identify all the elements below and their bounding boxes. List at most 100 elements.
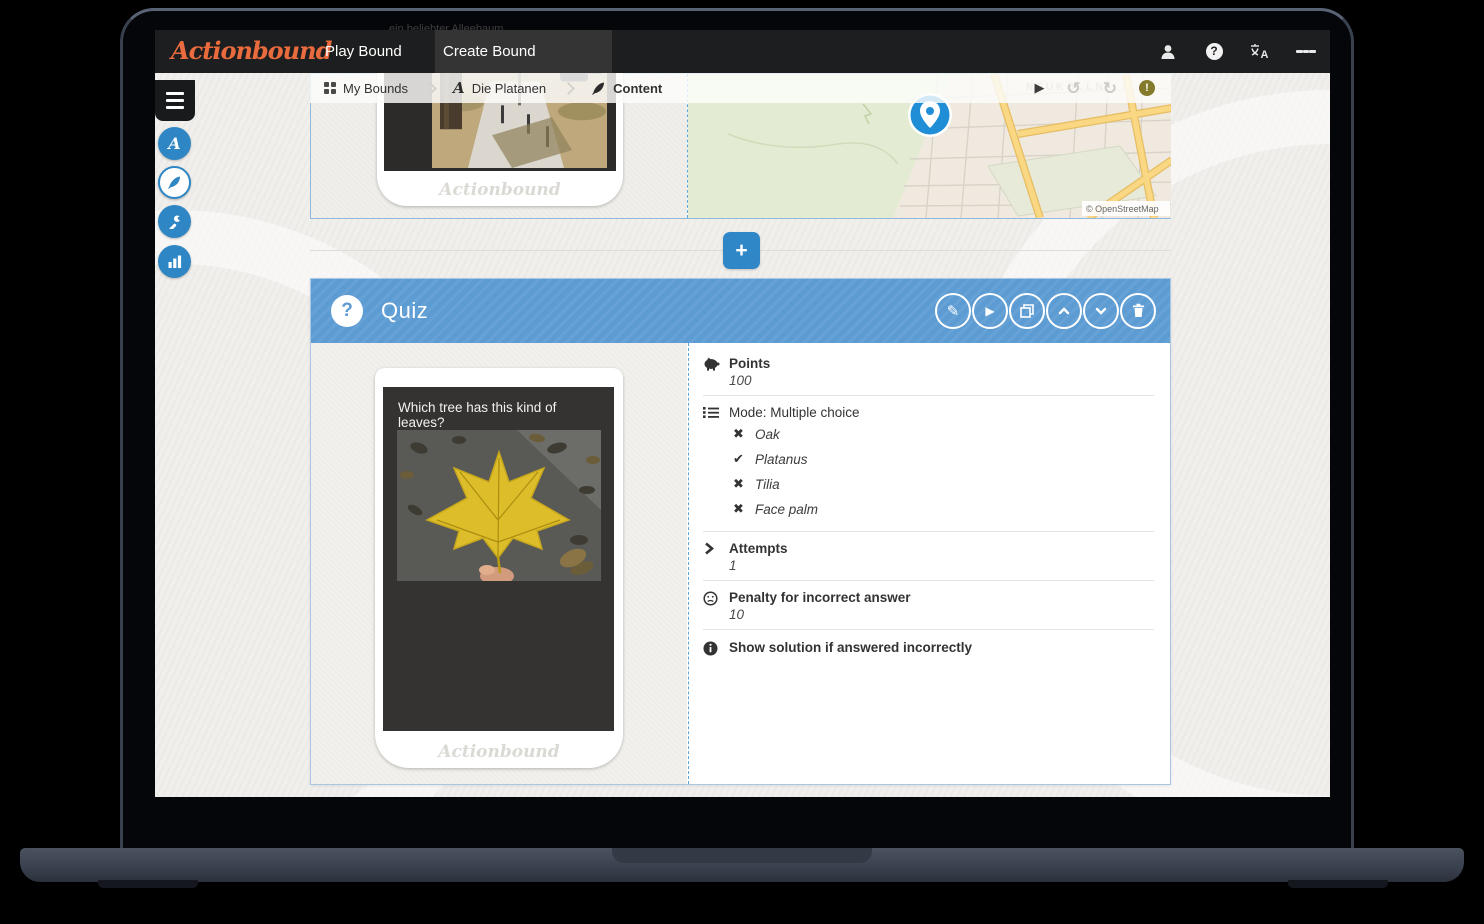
translate-icon[interactable]: A [1250,42,1270,62]
points-value: 100 [729,373,770,388]
sidebar-item-settings[interactable] [158,205,191,238]
quiz-question-text: Which tree has this kind of leaves? [398,400,602,430]
quiz-details-panel: Points 100 [688,343,1170,784]
chevron-right-icon [562,82,575,95]
chevron-down-icon [1094,304,1108,318]
actionbound-watermark: Actionbound [377,180,623,200]
sad-face-icon [703,590,729,622]
chevron-up-icon [1057,304,1071,318]
delete-button[interactable] [1120,293,1156,329]
map-attribution: © OpenStreetMap [1086,204,1159,214]
browser-screen: Actionbound [155,30,1330,797]
move-up-button[interactable] [1046,293,1082,329]
mode-row: Mode: Multiple choice [703,396,1154,424]
warning-icon[interactable]: ! [1139,80,1155,96]
chevron-right-icon [703,541,729,573]
help-icon[interactable]: ? [1204,42,1224,62]
laptop-foot [98,880,198,888]
bound-toolbar: ▶ ↺ ↻ ! [1035,80,1172,97]
preview-button[interactable]: ▶ [972,293,1008,329]
laptop-base [20,848,1464,882]
breadcrumb: My Bounds A Die Platanen Content ▶ [310,73,1171,103]
sidebar-item-statistics[interactable] [158,245,191,278]
answer-option: ✔ Platanus [733,451,1154,467]
solution-label: Show solution if answered incorrectly [729,640,972,655]
attempts-label: Attempts [729,541,788,556]
attempts-value: 1 [729,558,788,573]
nav-play-bound[interactable]: Play Bound [319,30,408,73]
solution-row: Show solution if answered incorrectly [703,630,1154,669]
answer-option: ✖ Tilia [733,476,1154,492]
quiz-header: ? Quiz ✎ ▶ [311,279,1170,343]
laptop-foot [1288,880,1388,888]
answer-options: ✖ Oak ✔ Platanus ✖ Tilia [703,424,1154,532]
answer-option: ✖ Oak [733,426,1154,442]
sidebar-item-bound[interactable]: A [158,127,191,160]
bound-mark-icon: A [168,134,180,153]
edit-button[interactable]: ✎ [935,293,971,329]
wrong-mark-icon: ✖ [733,476,755,492]
option-label: Tilia [755,477,780,492]
quiz-section: ? Quiz ✎ ▶ [310,278,1171,785]
feather-icon [167,175,182,190]
wrench-icon [167,214,182,229]
laptop-lid: ein beliebter Alleebaum. [120,8,1354,848]
info-icon [703,640,729,659]
breadcrumb-bound-name[interactable]: A Die Platanen [439,73,560,103]
mode-label: Mode: Multiple choice [729,405,860,420]
sidebar-toggle-button[interactable] [155,80,195,121]
correct-mark-icon: ✔ [733,451,755,467]
quiz-toolbar: ✎ ▶ [935,293,1156,329]
breadcrumb-label: My Bounds [343,81,408,96]
sidebar-item-content[interactable] [158,166,191,199]
pencil-icon: ✎ [947,304,960,319]
test-play-icon[interactable]: ▶ [1035,80,1045,96]
list-icon [703,405,729,422]
laptop-mockup: ein beliebter Alleebaum. [0,0,1484,924]
penalty-row: Penalty for incorrect answer 10 [703,581,1154,630]
phone-screen: Which tree has this kind of leaves? [383,387,614,731]
bar-chart-icon [168,255,182,268]
grid-icon [324,82,336,94]
breadcrumb-my-bounds[interactable]: My Bounds [310,73,422,103]
option-label: Oak [755,427,780,442]
duplicate-button[interactable] [1009,293,1045,329]
copy-icon [1019,303,1035,319]
attempts-row: Attempts 1 [703,532,1154,581]
quiz-type-icon: ? [331,295,363,327]
phone-mockup-quiz: Which tree has this kind of leaves? [375,368,623,768]
nav-create-bound[interactable]: Create Bound [437,30,542,73]
navbar-actions: ? A [1158,30,1316,73]
actionbound-logo[interactable]: Actionbound [171,36,331,65]
add-element-button[interactable]: + [723,232,760,269]
breadcrumb-label: Die Platanen [472,81,546,96]
laptop-base-notch [612,848,872,863]
piggy-bank-icon [703,356,729,388]
chevron-right-icon [424,82,437,95]
breadcrumb-content[interactable]: Content [577,73,676,103]
penalty-value: 10 [729,607,911,622]
svg-text:A: A [1261,49,1269,60]
wrong-mark-icon: ✖ [733,501,755,517]
leaf-photo [397,430,601,581]
penalty-label: Penalty for incorrect answer [729,590,911,605]
option-label: Platanus [755,452,808,467]
quiz-title: Quiz [381,298,428,324]
quiz-preview-panel: Which tree has this kind of leaves? [311,343,687,784]
redo-icon[interactable]: ↻ [1103,80,1117,97]
feather-icon [591,81,606,96]
answer-option: ✖ Face palm [733,501,1154,517]
play-icon: ▶ [985,305,994,317]
option-label: Face palm [755,502,818,517]
move-down-button[interactable] [1083,293,1119,329]
quiz-body: Which tree has this kind of leaves? [311,343,1170,784]
top-navbar: Actionbound Play Bound Create Bound ? [155,30,1330,73]
menu-icon[interactable] [1296,42,1316,62]
trash-icon [1131,303,1146,319]
points-label: Points [729,356,770,371]
user-icon[interactable] [1158,42,1178,62]
bound-mark-icon: A [453,79,465,97]
points-row: Points 100 [703,347,1154,396]
wrong-mark-icon: ✖ [733,426,755,442]
undo-icon[interactable]: ↺ [1067,80,1081,97]
